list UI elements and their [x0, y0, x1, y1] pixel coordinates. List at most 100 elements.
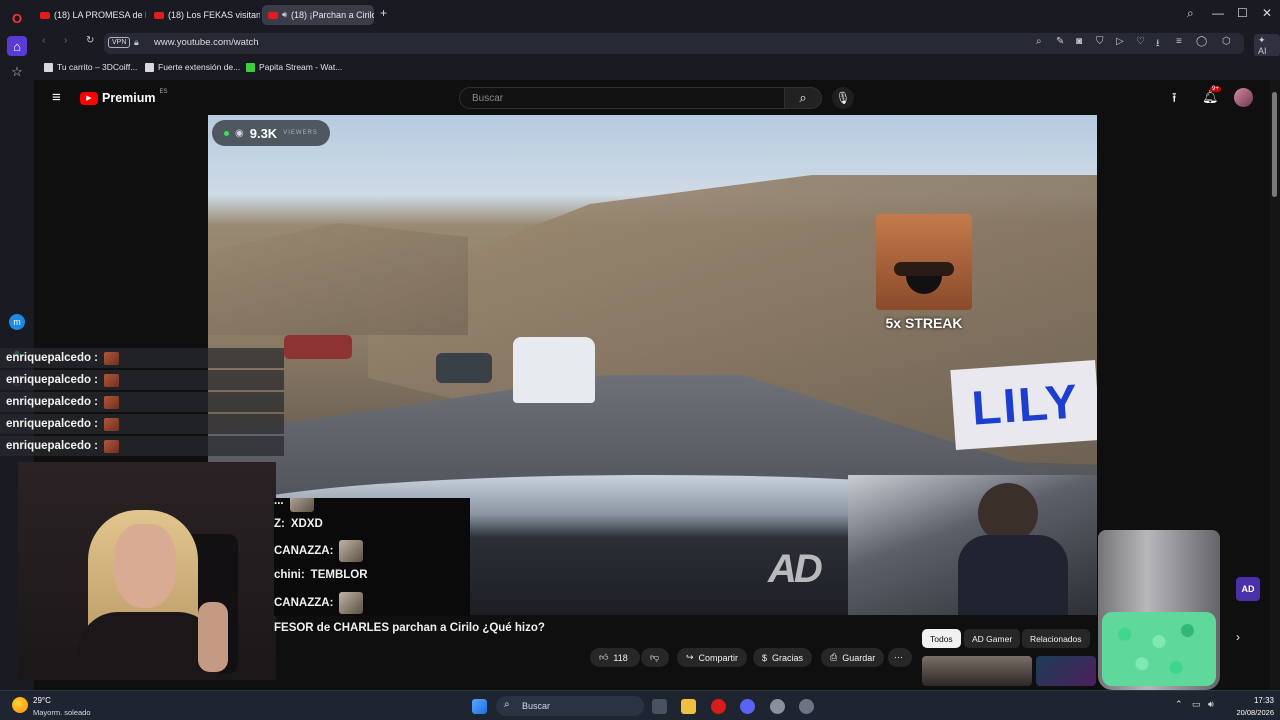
url-field[interactable]: VPN 🔒︎ www.youtube.com/watch ⌕ ✎ ◙ ⛉ ▷ ♡…	[104, 33, 1244, 54]
bookmark-item[interactable]: Papita Stream - Wat...	[246, 62, 342, 72]
shield-icon[interactable]: ⛉	[1096, 36, 1104, 47]
chat-user: enriquepalcedo :	[6, 374, 99, 386]
taskbar-search[interactable]: ⌕ Buscar	[496, 696, 644, 716]
upload-icon[interactable]: ⭱	[1172, 89, 1177, 111]
ai-button[interactable]: ✦ AI	[1254, 34, 1280, 57]
bookmark-item[interactable]: Tu carrito – 3DCoiff...	[44, 62, 137, 72]
messenger-icon[interactable]: m	[9, 314, 25, 330]
tab-2[interactable]: (18) Los FEKAS visitan res	[148, 5, 260, 25]
jar-tokens	[1102, 612, 1216, 686]
tray-chevron-icon[interactable]: ⌃	[1175, 699, 1183, 710]
streak-emote	[876, 214, 972, 310]
live-dot-icon	[224, 130, 229, 136]
scrollbar-thumb[interactable]	[1272, 92, 1277, 197]
eye-icon: ◉	[235, 127, 244, 139]
youtube-logo[interactable]: ▶ Premium ES	[80, 89, 168, 105]
mic-button[interactable]: 🎙︎	[832, 87, 854, 109]
file-explorer-icon[interactable]	[681, 699, 696, 714]
save-label: Guardar	[842, 652, 876, 663]
forward-icon[interactable]: ›	[64, 35, 67, 46]
thanks-icon: $	[762, 652, 768, 663]
chat-user: enriquepalcedo :	[6, 352, 99, 364]
network-icon[interactable]: ▭	[1192, 699, 1201, 710]
heart-icon[interactable]: ♡	[1136, 36, 1145, 47]
zoom-icon[interactable]: ⌕	[1036, 36, 1042, 47]
driver-head	[978, 483, 1038, 543]
search-placeholder: Buscar	[472, 93, 504, 104]
tab-search-icon[interactable]: ⌕	[1187, 6, 1194, 21]
discord-icon[interactable]	[740, 699, 755, 714]
task-view-icon[interactable]	[652, 699, 667, 714]
recommended-thumbnail[interactable]	[1036, 656, 1096, 686]
dark-car	[436, 353, 492, 383]
star-icon[interactable]: ☆	[7, 62, 27, 82]
chat-line: enriquepalcedo :	[0, 348, 284, 368]
menu-icon[interactable]: ≡	[1176, 36, 1182, 47]
play-icon[interactable]: ▷	[1116, 36, 1124, 47]
start-icon[interactable]	[472, 699, 487, 714]
chip-relacionados[interactable]: Relacionados	[1022, 629, 1090, 648]
youtube-icon	[268, 11, 278, 19]
emote-icon	[289, 498, 314, 512]
emote-mouth	[906, 276, 942, 294]
search-input[interactable]: Buscar	[459, 87, 785, 109]
emote-icon	[339, 592, 364, 614]
edit-icon[interactable]: ✎	[1056, 36, 1064, 47]
ad-logo-icon: AD	[1236, 577, 1260, 601]
extensions-icon[interactable]: ⬡	[1222, 36, 1231, 47]
home-icon[interactable]: ⌂	[7, 36, 27, 56]
recommended-thumbnail[interactable]	[922, 656, 1032, 686]
tab-3-active[interactable]: 🔊︎ (18) ¡Parchan a Cirilo!	[262, 5, 374, 25]
settings-icon[interactable]	[799, 699, 814, 714]
new-tab-button[interactable]: +	[380, 6, 387, 20]
back-icon[interactable]: ‹	[42, 35, 45, 46]
chat-line: CANAZZA:	[274, 540, 364, 562]
youtube-icon	[40, 11, 50, 19]
url-text: www.youtube.com/watch	[154, 37, 259, 48]
emote-mustache	[894, 262, 954, 276]
maximize-button[interactable]: ☐	[1237, 6, 1248, 20]
tab-1[interactable]: (18) LA PROMESA de King	[34, 5, 146, 25]
hamburger-menu-icon[interactable]: ≡	[52, 89, 61, 106]
streak-label: 5x STREAK	[885, 315, 963, 331]
chip-ad-gamer[interactable]: AD Gamer	[964, 629, 1021, 648]
chat-line: enriquepalcedo :	[0, 436, 284, 456]
dislike-button[interactable]: 👎︎	[641, 648, 669, 667]
page-scrollbar[interactable]	[1270, 80, 1280, 690]
chips-next-icon[interactable]: ›	[1236, 630, 1240, 644]
emote-icon	[104, 417, 120, 431]
opera-icon[interactable]	[711, 699, 726, 714]
thanks-button[interactable]: $ Gracias	[753, 648, 813, 667]
white-van	[513, 337, 595, 403]
reload-icon[interactable]: ↻	[86, 35, 94, 46]
lily-sign: LILY	[950, 360, 1097, 450]
chip-todos[interactable]: Todos	[922, 629, 961, 648]
face	[114, 524, 176, 608]
volume-icon[interactable]: 🔊︎	[1208, 699, 1214, 710]
close-button[interactable]: ✕	[1262, 6, 1272, 20]
share-button[interactable]: ↪ Compartir	[677, 648, 748, 667]
brand-label: Premium	[102, 91, 156, 105]
taskbar-search-placeholder: Buscar	[522, 701, 551, 711]
chat-user: enriquepalcedo :	[6, 418, 99, 430]
thumbs-up-icon: 👍︎	[599, 652, 609, 662]
more-actions-button[interactable]: ⋯	[888, 648, 912, 667]
chat-user: Z:	[274, 518, 285, 530]
chat-line: CANAZZA:	[274, 592, 364, 614]
app-icon[interactable]	[770, 699, 785, 714]
minimize-button[interactable]: —	[1212, 6, 1224, 20]
download-icon[interactable]: ⭳	[1156, 36, 1160, 53]
camera-icon[interactable]: ◙	[1076, 36, 1082, 47]
search-button[interactable]: ⌕	[784, 87, 822, 109]
distant-hill	[208, 223, 468, 335]
vpn-badge[interactable]: VPN	[108, 37, 131, 48]
clock-time: 17:33	[1253, 696, 1274, 705]
like-button[interactable]: 👍︎ 118	[590, 648, 640, 667]
youtube-icon	[154, 11, 164, 19]
profile-icon[interactable]: ◯	[1196, 36, 1207, 47]
save-button[interactable]: ⎙ Guardar	[821, 648, 885, 667]
bookmark-item[interactable]: Fuerte extensión de...	[145, 62, 240, 72]
weather-icon[interactable]	[12, 697, 28, 713]
avatar[interactable]	[1234, 88, 1253, 107]
opera-logo-icon[interactable]: O	[7, 8, 27, 28]
